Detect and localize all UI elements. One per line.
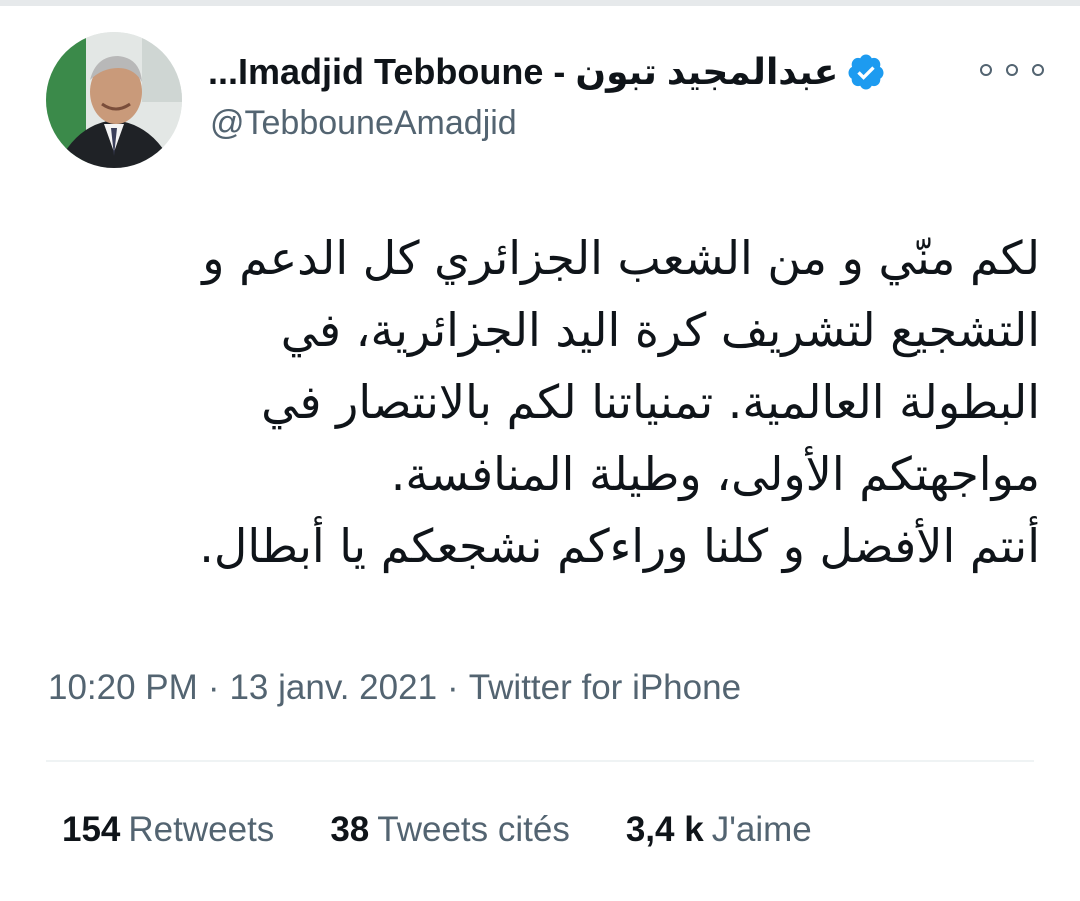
likes-stat[interactable]: 3,4 k J'aime xyxy=(626,810,812,850)
retweets-stat[interactable]: 154 Retweets xyxy=(62,810,274,850)
likes-label: J'aime xyxy=(711,810,812,849)
likes-count: 3,4 k xyxy=(625,810,704,849)
retweets-count: 154 xyxy=(62,810,121,849)
avatar[interactable] xyxy=(46,32,182,168)
tweet-stats: 154 Retweets 38 Tweets cités 3,4 k J'aime xyxy=(62,810,868,850)
tweet-source[interactable]: Twitter for iPhone xyxy=(469,668,741,707)
tweet-text-line: البطولة العالمية. تمنياتنا لكم بالانتصار… xyxy=(261,375,1040,429)
divider xyxy=(46,760,1034,762)
more-dot xyxy=(980,64,992,76)
tweet-date[interactable]: 13 janv. 2021 xyxy=(229,668,437,707)
author-display-name[interactable]: عبدالمجيد تبون - Imadjid Tebboune... xyxy=(208,51,838,93)
tweet-time[interactable]: 10:20 PM xyxy=(48,668,198,707)
tweet-text-line: مواجهتكم الأولى، وطيلة المنافسة. xyxy=(390,447,1040,501)
tweet-text: لكم منّي و من الشعب الجزائري كل الدعم و … xyxy=(40,222,1040,582)
retweets-label: Retweets xyxy=(128,810,275,849)
author-name-row[interactable]: عبدالمجيد تبون - Imadjid Tebboune... xyxy=(208,44,928,100)
tweet-text-line: لكم منّي و من الشعب الجزائري كل الدعم و xyxy=(202,231,1040,285)
quote-tweets-stat[interactable]: 38 Tweets cités xyxy=(330,810,570,850)
more-dot xyxy=(1032,64,1044,76)
quote-tweets-count: 38 xyxy=(330,810,370,849)
meta-separator: · xyxy=(447,668,459,707)
avatar-image xyxy=(46,32,182,168)
tweet-text-line: أنتم الأفضل و كلنا وراءكم نشجعكم يا أبطا… xyxy=(199,519,1040,573)
meta-separator: · xyxy=(207,668,220,707)
quote-tweets-label: Tweets cités xyxy=(377,810,570,849)
tweet-meta: 10:20 PM · 13 janv. 2021 · Twitter for iPhon… xyxy=(48,668,741,708)
more-dot xyxy=(1006,64,1018,76)
more-options-icon[interactable] xyxy=(980,56,1044,84)
author-handle[interactable]: @TebbouneAmadjid xyxy=(210,104,517,143)
top-edge xyxy=(0,0,1080,6)
verified-badge-icon xyxy=(848,54,884,90)
tweet-text-line: التشجيع لتشريف كرة اليد الجزائرية، في xyxy=(280,303,1040,357)
